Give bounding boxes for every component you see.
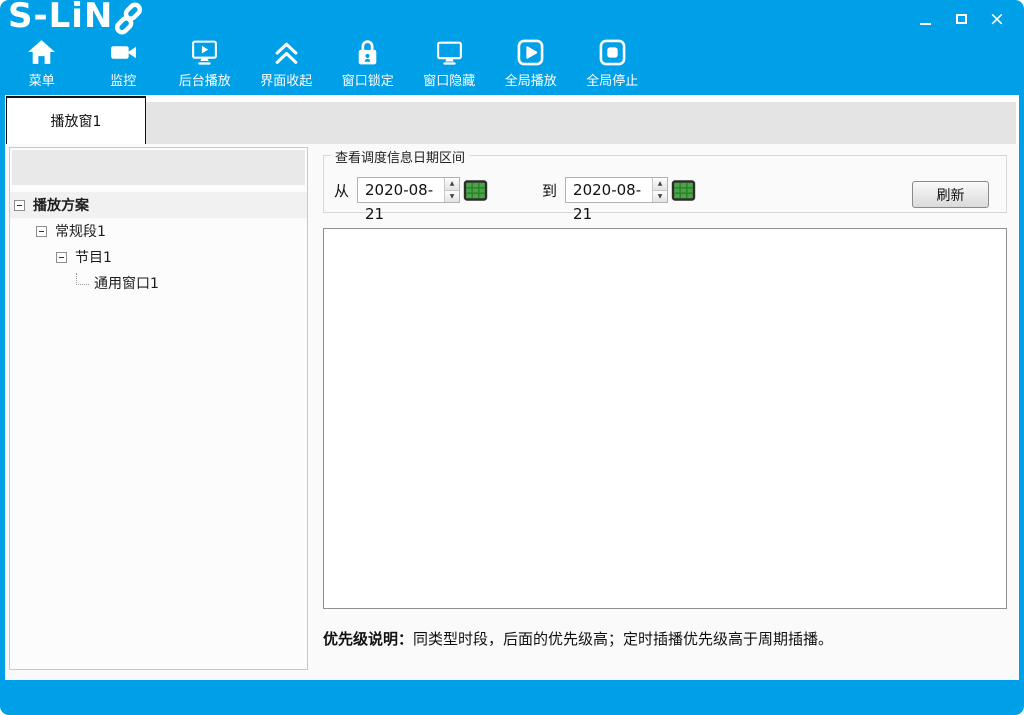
tree-item-program[interactable]: 节目1: [10, 244, 307, 270]
to-date-field[interactable]: 2020-08-21 ▲ ▼: [565, 177, 668, 203]
tab-strip-filler: [146, 102, 1016, 144]
arrow-down-icon: ▼: [658, 193, 663, 200]
home-icon: [26, 37, 57, 68]
toolbar-label: 菜单: [29, 70, 55, 89]
tree-item-generic-window[interactable]: 通用窗口1: [10, 270, 307, 296]
close-button[interactable]: ×: [986, 8, 1008, 30]
arrow-up-icon: ▲: [658, 180, 663, 187]
priority-note-title: 优先级说明：: [323, 630, 413, 648]
playlist-tree-panel: 播放方案 常规段1 节目1 通用窗口1: [9, 147, 308, 670]
toolbar-item-monitor[interactable]: 监控: [83, 37, 165, 89]
tree-item-label: 通用窗口1: [94, 273, 159, 293]
tree-item-label: 常规段1: [55, 221, 106, 241]
toolbar-label: 后台播放: [179, 70, 231, 89]
tree-branch-icon: [76, 273, 89, 285]
collapse-box-icon[interactable]: [36, 226, 47, 237]
toolbar-item-background-play[interactable]: 后台播放: [164, 37, 246, 89]
toolbar-label: 窗口隐藏: [423, 70, 475, 89]
global-play-icon: [515, 37, 546, 68]
toolbar-label: 监控: [110, 70, 136, 89]
toolbar-item-global-play[interactable]: 全局播放: [490, 37, 572, 89]
toolbar-label: 全局播放: [505, 70, 557, 89]
chain-link-icon: [114, 2, 144, 35]
tree-item-label: 播放方案: [33, 195, 89, 215]
tree-header: [12, 150, 305, 185]
spinner-down-button[interactable]: ▼: [653, 191, 667, 203]
toolbar-item-window-hide[interactable]: 窗口隐藏: [409, 37, 491, 89]
priority-note: 优先级说明：同类型时段，后面的优先级高；定时插播优先级高于周期插播。: [323, 628, 833, 649]
playlist-tree: 播放方案 常规段1 节目1 通用窗口1: [10, 192, 307, 296]
from-date-spinner: ▲ ▼: [444, 178, 459, 202]
logo-text: S-LiN: [8, 0, 113, 36]
from-calendar-button[interactable]: [463, 178, 488, 203]
lock-icon: [352, 37, 383, 68]
toolbar-item-menu[interactable]: 菜单: [1, 37, 83, 89]
from-label: 从: [334, 180, 349, 201]
group-title: 查看调度信息日期区间: [331, 147, 469, 166]
video-camera-icon: [108, 37, 139, 68]
monitor-play-icon: [189, 37, 220, 68]
window-controls: ×: [914, 8, 1008, 30]
to-date-value[interactable]: 2020-08-21: [566, 178, 652, 202]
global-stop-icon: [597, 37, 628, 68]
tree-item-play-scheme[interactable]: 播放方案: [10, 192, 307, 218]
main-toolbar: 菜单 监控 后台播放 界面: [1, 37, 653, 89]
maximize-button[interactable]: [950, 8, 972, 30]
app-window: S-LiN × 菜单: [0, 0, 1024, 715]
spinner-up-button[interactable]: ▲: [653, 178, 667, 191]
arrow-up-icon: ▲: [450, 180, 455, 187]
refresh-button[interactable]: 刷新: [912, 181, 989, 208]
toolbar-item-global-stop[interactable]: 全局停止: [572, 37, 654, 89]
spinner-down-button[interactable]: ▼: [445, 191, 459, 203]
toolbar-label: 窗口锁定: [342, 70, 394, 89]
tab-strip: 播放窗1: [5, 95, 1019, 144]
tree-item-label: 节目1: [75, 247, 112, 267]
collapse-up-icon: [271, 37, 302, 68]
minimize-icon: [920, 23, 931, 25]
tree-item-regular-segment[interactable]: 常规段1: [10, 218, 307, 244]
to-date-spinner: ▲ ▼: [652, 178, 667, 202]
to-calendar-button[interactable]: [671, 178, 696, 203]
minimize-button[interactable]: [914, 8, 936, 30]
calendar-grid-icon: [671, 178, 696, 203]
to-label: 到: [542, 180, 557, 201]
schedule-date-range-group: 查看调度信息日期区间 从 2020-08-21 ▲ ▼: [323, 155, 1007, 213]
toolbar-label: 全局停止: [586, 70, 638, 89]
maximize-icon: [956, 14, 967, 24]
monitor-icon: [434, 37, 465, 68]
spinner-up-button[interactable]: ▲: [445, 178, 459, 191]
collapse-box-icon[interactable]: [56, 252, 67, 263]
tab-label: 播放窗1: [51, 111, 102, 131]
schedule-info-list: [323, 228, 1007, 609]
main-content: 播放窗1 播放方案 常规段1 节目1: [5, 95, 1019, 680]
toolbar-item-collapse-ui[interactable]: 界面收起: [246, 37, 328, 89]
tab-play-window-1[interactable]: 播放窗1: [6, 96, 146, 144]
priority-note-body: 同类型时段，后面的优先级高；定时插播优先级高于周期插播。: [413, 630, 833, 648]
toolbar-item-window-lock[interactable]: 窗口锁定: [327, 37, 409, 89]
toolbar-label: 界面收起: [260, 70, 312, 89]
app-logo: S-LiN: [8, 0, 144, 36]
date-range-row: 从 2020-08-21 ▲ ▼: [334, 177, 898, 203]
from-date-value[interactable]: 2020-08-21: [358, 178, 444, 202]
collapse-box-icon[interactable]: [14, 200, 25, 211]
from-date-field[interactable]: 2020-08-21 ▲ ▼: [357, 177, 460, 203]
close-icon: ×: [989, 10, 1005, 29]
arrow-down-icon: ▼: [450, 193, 455, 200]
calendar-grid-icon: [463, 178, 488, 203]
